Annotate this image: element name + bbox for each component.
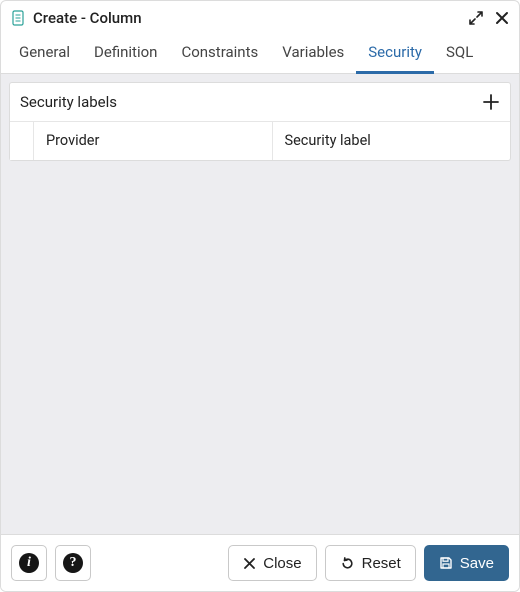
help-icon: ? (63, 553, 83, 573)
dialog-footer: i ? Close Reset Save (1, 534, 519, 591)
reset-button-label: Reset (362, 555, 401, 572)
reset-icon (340, 556, 355, 571)
save-button[interactable]: Save (424, 545, 509, 581)
security-labels-table: Provider Security label (10, 122, 510, 160)
expand-icon[interactable] (469, 11, 483, 25)
column-header-provider: Provider (34, 122, 273, 160)
tab-definition[interactable]: Definition (82, 33, 169, 74)
save-icon (439, 556, 453, 570)
titlebar: Create - Column (1, 1, 519, 33)
close-icon[interactable] (495, 11, 509, 25)
tab-constraints[interactable]: Constraints (169, 33, 270, 74)
tab-variables[interactable]: Variables (270, 33, 356, 74)
row-handle-column (10, 122, 34, 160)
info-button[interactable]: i (11, 545, 47, 581)
plus-icon (482, 93, 500, 111)
content-area: Security labels Provider Security label (1, 74, 519, 534)
titlebar-actions (469, 11, 509, 25)
panel-header: Security labels (10, 83, 510, 122)
tab-general[interactable]: General (7, 33, 82, 74)
add-row-button[interactable] (482, 93, 500, 111)
table-header: Provider Security label (34, 122, 510, 160)
close-button-label: Close (263, 555, 301, 572)
column-icon (11, 10, 25, 26)
info-icon: i (19, 553, 39, 573)
security-labels-panel: Security labels Provider Security label (9, 82, 511, 161)
tab-sql[interactable]: SQL (434, 33, 485, 74)
tab-security[interactable]: Security (356, 33, 434, 74)
tab-bar: General Definition Constraints Variables… (1, 33, 519, 74)
save-button-label: Save (460, 555, 494, 572)
help-button[interactable]: ? (55, 545, 91, 581)
create-column-dialog: Create - Column General Definition Const… (0, 0, 520, 592)
panel-title: Security labels (20, 93, 117, 111)
close-button[interactable]: Close (228, 545, 316, 581)
reset-button[interactable]: Reset (325, 545, 416, 581)
column-header-security-label: Security label (273, 122, 511, 160)
dialog-title: Create - Column (33, 9, 461, 27)
x-icon (243, 557, 256, 570)
